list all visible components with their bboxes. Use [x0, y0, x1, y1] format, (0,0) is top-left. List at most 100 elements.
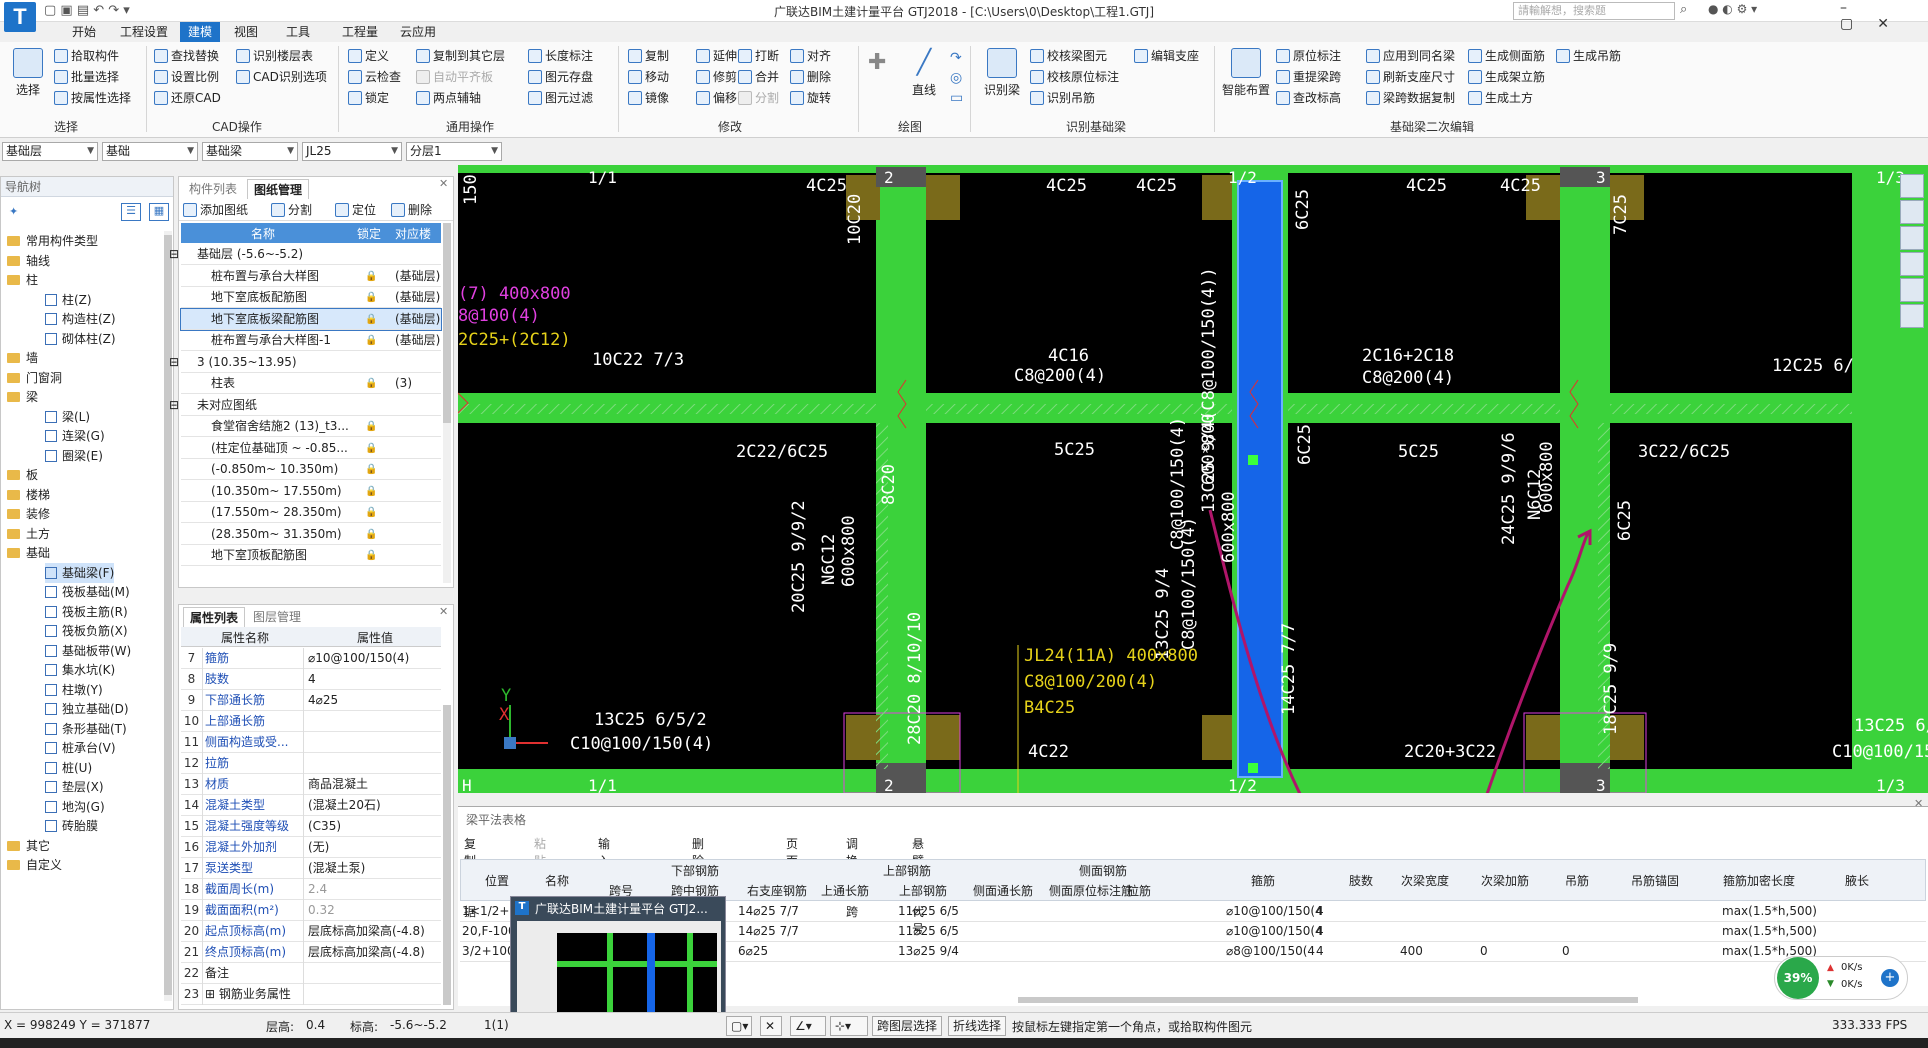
- table-cell[interactable]: 14⌀25 7/7: [738, 924, 799, 938]
- lock-icon[interactable]: 🔒: [365, 545, 377, 566]
- line-button[interactable]: ╱ 直线: [904, 48, 944, 98]
- nav-item[interactable]: 梁(L): [45, 407, 90, 427]
- tile-view-icon[interactable]: ▦: [149, 203, 169, 221]
- split-button[interactable]: 分割: [738, 88, 779, 108]
- pin-icon[interactable]: ✦: [9, 205, 18, 218]
- check-beam-button[interactable]: 校核梁图元: [1030, 46, 1107, 66]
- list-view-icon[interactable]: ☰: [121, 203, 141, 221]
- cube-icon[interactable]: [1900, 252, 1924, 276]
- window-controls[interactable]: –▢✕: [1840, 0, 1928, 32]
- property-value[interactable]: 2.4: [303, 879, 327, 900]
- menu-tab-2[interactable]: 建模: [180, 22, 221, 42]
- table-scrollbar[interactable]: [1018, 997, 1638, 1003]
- property-value[interactable]: (无): [303, 837, 329, 858]
- close-icon[interactable]: ✕: [1914, 797, 1923, 810]
- property-row[interactable]: 23 ⊞ 钢筋业务属性: [181, 984, 441, 1005]
- property-value[interactable]: (C35): [303, 816, 341, 837]
- nav-scrollbar[interactable]: [164, 231, 172, 1001]
- nav-item[interactable]: 集水坑(K): [45, 660, 115, 680]
- nav-item[interactable]: 桩承台(V): [45, 738, 116, 758]
- copy-span-data-button[interactable]: 梁跨数据复制: [1366, 88, 1455, 108]
- tab-drawing-manager[interactable]: 图纸管理: [247, 179, 310, 199]
- nav-item[interactable]: 其它: [7, 836, 50, 856]
- top-view-icon[interactable]: [1900, 226, 1924, 250]
- search-icon[interactable]: ⌕: [1680, 2, 1687, 17]
- property-row[interactable]: 12 拉筋: [181, 753, 441, 774]
- table-cell[interactable]: 0: [1480, 944, 1488, 958]
- table-cell[interactable]: ⌀10@100/150(4: [1226, 924, 1323, 938]
- smart-layout-button[interactable]: 智能布置: [1220, 48, 1272, 98]
- cad-canvas[interactable]: 1/1 2 1/2 3 1/3 H 1/1 2 1/2 3 1/3 150 4C25 4C25 4C25 4C…: [458, 165, 1928, 793]
- snap-button[interactable]: ⊹▾: [830, 1016, 868, 1036]
- locate-button[interactable]: 定位: [335, 200, 376, 220]
- nav-item[interactable]: 圈梁(E): [45, 446, 103, 466]
- tab-component-list[interactable]: 构件列表: [183, 179, 243, 199]
- nav-item[interactable]: 基础板带(W): [45, 641, 131, 661]
- property-value[interactable]: [303, 753, 308, 774]
- break-button[interactable]: 打断: [738, 46, 779, 66]
- menu-tab-6[interactable]: 云应用: [392, 22, 444, 42]
- lock-icon[interactable]: 🔒: [365, 309, 377, 330]
- property-row[interactable]: 9 下部通长筋 4⌀25: [181, 690, 441, 711]
- quick-access-toolbar[interactable]: ▢ ▣ ▤ ↶ ↷ ▾: [44, 3, 130, 18]
- drawing-row[interactable]: (10.350m~ 17.550m) 🔒: [181, 481, 441, 502]
- menu-tab-1[interactable]: 工程设置: [112, 22, 176, 42]
- rotate-button[interactable]: 旋转: [790, 88, 831, 108]
- drawing-row[interactable]: 地下室顶板配筋图 🔒: [181, 545, 441, 566]
- property-value[interactable]: 层底标高加梁高(-4.8): [303, 942, 425, 963]
- reextract-span-button[interactable]: 重提梁跨: [1276, 67, 1341, 87]
- collapse-icon[interactable]: ⊟: [169, 352, 179, 373]
- delete-button[interactable]: 删除: [790, 67, 831, 87]
- merge-button[interactable]: 合并: [738, 67, 779, 87]
- close-icon[interactable]: ✕: [439, 605, 448, 618]
- drawing-row[interactable]: (28.350m~ 31.350m) 🔒: [181, 524, 441, 545]
- search-input[interactable]: 請輸解想，搜索题: [1513, 2, 1675, 20]
- table-cell[interactable]: max(1.5*h,500): [1722, 924, 1817, 938]
- menu-tab-3[interactable]: 视图: [226, 22, 266, 42]
- nav-item[interactable]: 梁: [7, 387, 38, 407]
- lock-icon[interactable]: 🔒: [365, 287, 377, 308]
- nav-item[interactable]: 垫层(X): [45, 777, 104, 797]
- drawing-row[interactable]: 桩布置与承台大样图 🔒 (基础层): [181, 266, 441, 287]
- nav-item[interactable]: 桩(U): [45, 758, 92, 778]
- nav-item[interactable]: 常用构件类型: [7, 231, 98, 251]
- copy-button[interactable]: 复制: [628, 46, 669, 66]
- drawing-row[interactable]: (17.550m~ 28.350m) 🔒: [181, 502, 441, 523]
- close-icon[interactable]: ✕: [439, 177, 448, 190]
- drawing-scrollbar[interactable]: [443, 223, 451, 583]
- property-value[interactable]: 层底标高加梁高(-4.8): [303, 921, 425, 942]
- property-value[interactable]: (混凝土泵): [303, 858, 365, 879]
- table-cell[interactable]: max(1.5*h,500): [1722, 904, 1817, 918]
- drawing-row[interactable]: 未对应图纸 ⊟: [169, 395, 441, 416]
- property-row[interactable]: 15 混凝土强度等级 (C35): [181, 816, 441, 837]
- collapse-icon[interactable]: ⊟: [169, 244, 179, 265]
- nav-item[interactable]: 条形基础(T): [45, 719, 127, 739]
- property-row[interactable]: 13 材质 商品混凝土: [181, 774, 441, 795]
- nav-item[interactable]: 装修: [7, 504, 50, 524]
- find-replace-button[interactable]: 查找替换: [154, 46, 219, 66]
- property-row[interactable]: 14 混凝土类型 (混凝土20石): [181, 795, 441, 816]
- table-cell[interactable]: ⌀8@100/150(4: [1226, 944, 1315, 958]
- category-selector[interactable]: 基础 ▼: [102, 142, 198, 161]
- check-inplace-button[interactable]: 校核原位标注: [1030, 67, 1119, 87]
- gen-side-bar-button[interactable]: 生成侧面筋: [1468, 46, 1545, 66]
- drawing-row[interactable]: (-0.850m~ 10.350m) 🔒: [181, 459, 441, 480]
- lock-button[interactable]: 锁定: [348, 88, 389, 108]
- property-row[interactable]: 19 截面面积(m²) 0.32: [181, 900, 441, 921]
- batch-select-button[interactable]: 批量选择: [54, 67, 119, 87]
- nav-item[interactable]: 砖胎膜: [45, 816, 98, 836]
- tab-properties[interactable]: 属性列表: [183, 607, 246, 627]
- drawing-row[interactable]: 地下室底板梁配筋图 🔒 (基础层): [180, 307, 442, 331]
- nav-item[interactable]: 自定义: [7, 855, 62, 875]
- nav-item[interactable]: 独立基础(D): [45, 699, 129, 719]
- tab-layer-manager[interactable]: 图层管理: [247, 607, 307, 627]
- gen-earth-button[interactable]: 生成土方: [1468, 88, 1533, 108]
- mirror-button[interactable]: 镜像: [628, 88, 669, 108]
- gen-hanger-button[interactable]: 生成吊筋: [1556, 46, 1621, 66]
- nav-item[interactable]: 墙: [7, 348, 38, 368]
- help-icons[interactable]: ● ◐ ⚙ ▾: [1708, 2, 1757, 16]
- nav-item[interactable]: 板: [7, 465, 38, 485]
- offset-button[interactable]: 偏移: [696, 88, 737, 108]
- nav-item[interactable]: 连梁(G): [45, 426, 105, 446]
- nav-item[interactable]: 基础: [7, 543, 50, 563]
